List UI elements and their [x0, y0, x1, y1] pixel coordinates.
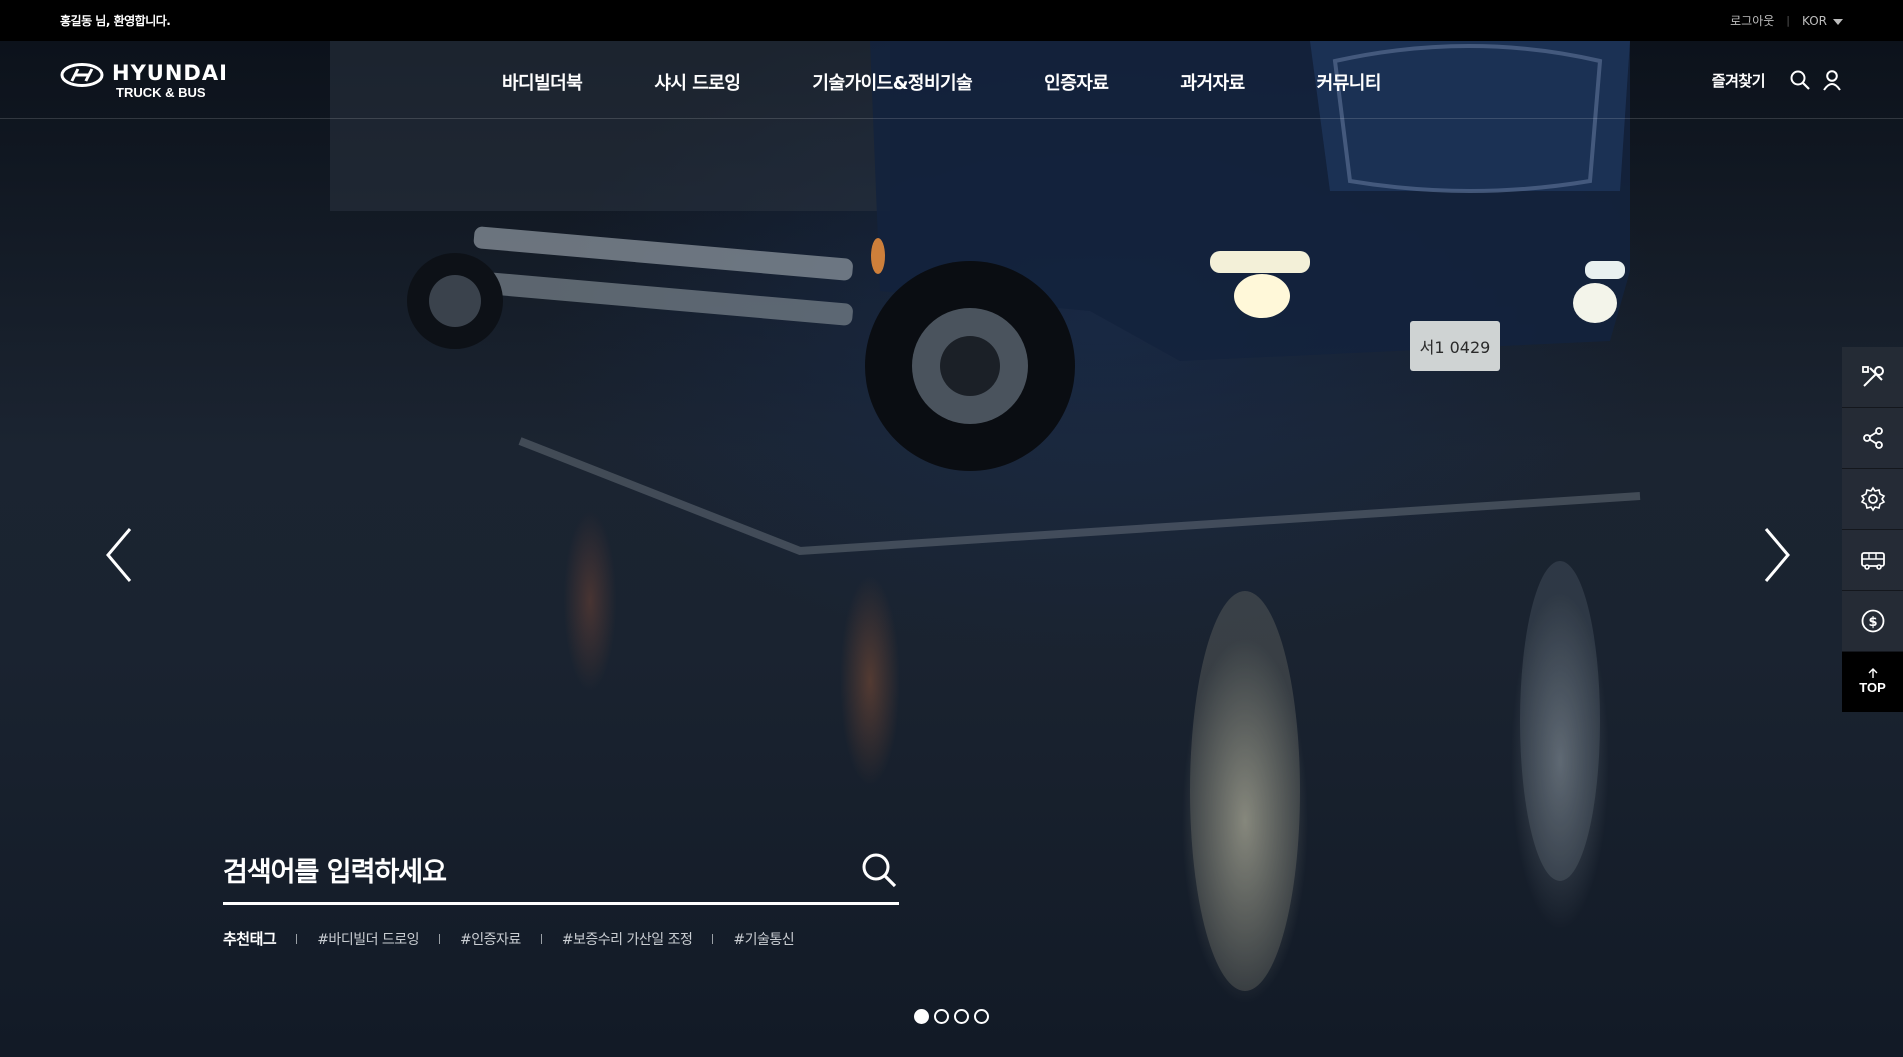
nav-tech-guide[interactable]: 기술가이드&정비기술 [812, 69, 972, 95]
tag-certification[interactable]: #인증자료 [419, 929, 521, 949]
nav-bodybuilder-book[interactable]: 바디빌더북 [502, 69, 583, 95]
quick-cost-button[interactable]: $ [1842, 591, 1903, 652]
tag-bodybuilder-drawing[interactable]: #바디빌더 드로잉 [276, 929, 419, 949]
arrow-up-icon [1868, 668, 1877, 678]
caret-down-icon [1833, 18, 1843, 25]
license-plate-text: 서1 0429 [1420, 338, 1491, 357]
slider-next-arrow-icon[interactable] [1760, 525, 1800, 585]
quick-bus-button[interactable] [1842, 530, 1903, 591]
favorites-link[interactable]: 즐겨찾기 [1712, 70, 1766, 91]
quick-share-button[interactable] [1842, 408, 1903, 469]
header-actions: 즐겨찾기 [1712, 69, 1843, 91]
utility-links: 로그아웃 | KOR [1730, 12, 1843, 29]
coin-icon: $ [1861, 609, 1884, 633]
nav-chassis-drawing[interactable]: 샤시 드로잉 [654, 69, 741, 95]
settings-icon [1860, 486, 1885, 512]
quick-side-menu: $ TOP [1842, 347, 1903, 712]
bus-icon [1860, 552, 1885, 570]
tags-label: 추천태그 [223, 930, 277, 948]
language-selector[interactable]: KOR [1802, 14, 1843, 28]
welcome-message: 홍길동 님, 환영합니다. [60, 14, 171, 28]
logout-link[interactable]: 로그아웃 [1730, 12, 1774, 29]
nav-archive[interactable]: 과거자료 [1180, 69, 1245, 95]
scroll-top-button[interactable]: TOP [1842, 652, 1903, 712]
divider: | [1786, 14, 1790, 27]
search-box [223, 840, 899, 905]
logo-brand-text: HYUNDAI [112, 61, 228, 85]
tools-icon [1861, 366, 1884, 387]
slider-pagination [914, 1009, 994, 1024]
logo-sub-text: TRUCK & BUS [116, 85, 206, 100]
recommended-tags: 추천태그 #바디빌더 드로잉 #인증자료 #보증수리 가산일 조정 #기술통신 [223, 928, 795, 949]
slide-dot[interactable] [934, 1009, 949, 1024]
tag-warranty-adjust[interactable]: #보증수리 가산일 조정 [521, 929, 693, 949]
slide-dot[interactable] [974, 1009, 989, 1024]
hyundai-logo-icon [60, 63, 104, 87]
user-icon[interactable] [1821, 69, 1843, 91]
main-header: HYUNDAI TRUCK & BUS 바디빌더북 샤시 드로잉 기술가이드&정… [0, 41, 1903, 119]
tag-tech-bulletin[interactable]: #기술통신 [692, 929, 794, 949]
quick-settings-button[interactable] [1842, 469, 1903, 530]
slider-prev-arrow-icon[interactable] [102, 525, 142, 585]
top-utility-bar: 홍길동 님, 환영합니다. 로그아웃 | KOR [0, 0, 1903, 41]
search-submit-icon[interactable] [859, 850, 899, 890]
main-nav: 바디빌더북 샤시 드로잉 기술가이드&정비기술 인증자료 과거자료 커뮤니티 [502, 69, 1381, 95]
nav-certification[interactable]: 인증자료 [1044, 69, 1109, 95]
top-label: TOP [1859, 680, 1886, 695]
svg-text:$: $ [1868, 615, 1877, 630]
nav-community[interactable]: 커뮤니티 [1317, 69, 1382, 95]
slide-dot[interactable] [914, 1009, 929, 1024]
slide-dot[interactable] [954, 1009, 969, 1024]
logo[interactable]: HYUNDAI TRUCK & BUS [60, 63, 228, 99]
share-icon [1862, 427, 1883, 449]
language-label: KOR [1802, 13, 1827, 28]
quick-tools-button[interactable] [1842, 347, 1903, 408]
search-input[interactable] [223, 850, 823, 894]
search-icon[interactable] [1789, 69, 1811, 91]
